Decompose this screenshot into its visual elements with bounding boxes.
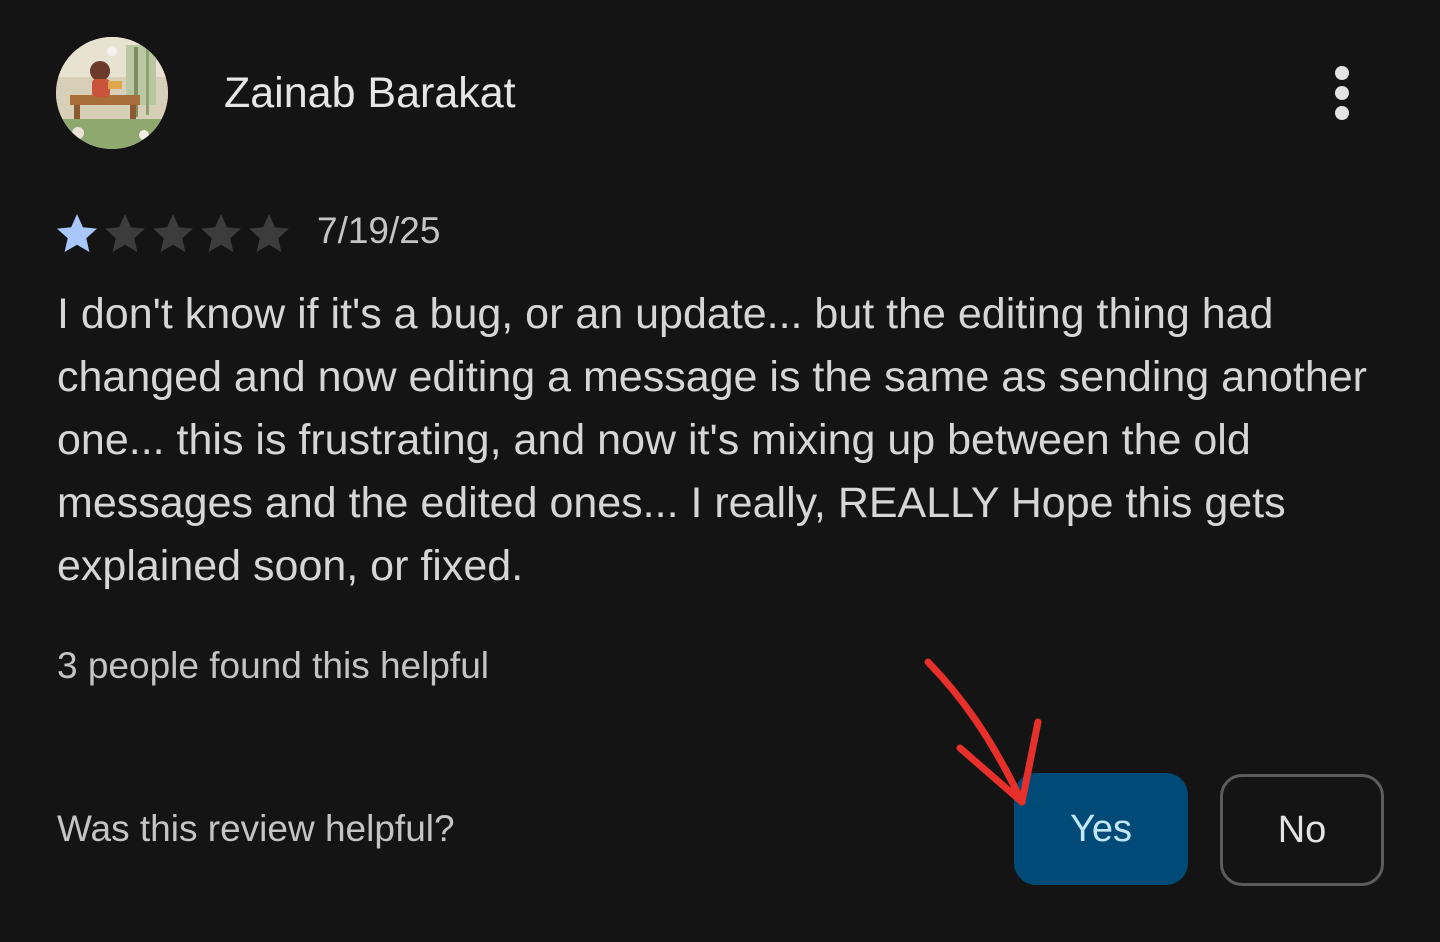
helpful-yes-button[interactable]: Yes xyxy=(1014,773,1188,885)
review-text: I don't know if it's a bug, or an update… xyxy=(57,290,1367,590)
helpful-count: 3 people found this helpful xyxy=(57,645,490,686)
star-empty-icon xyxy=(153,214,193,252)
reviewer-avatar xyxy=(56,37,168,149)
star-empty-icon xyxy=(249,214,289,252)
star-empty-icon xyxy=(105,214,145,252)
avatar-illustration-icon xyxy=(56,37,168,149)
star-filled-icon xyxy=(57,214,97,252)
review-card: Zainab Barakat 7/19/25 I don't know if i… xyxy=(0,0,1440,942)
review-date: 7/19/25 xyxy=(317,210,441,251)
helpful-no-button[interactable]: No xyxy=(1220,774,1384,886)
more-options-button[interactable] xyxy=(1316,62,1368,124)
helpful-question: Was this review helpful? xyxy=(57,808,455,849)
reviewer-name: Zainab Barakat xyxy=(224,69,516,117)
star-empty-icon xyxy=(201,214,241,252)
star-rating xyxy=(54,211,292,255)
